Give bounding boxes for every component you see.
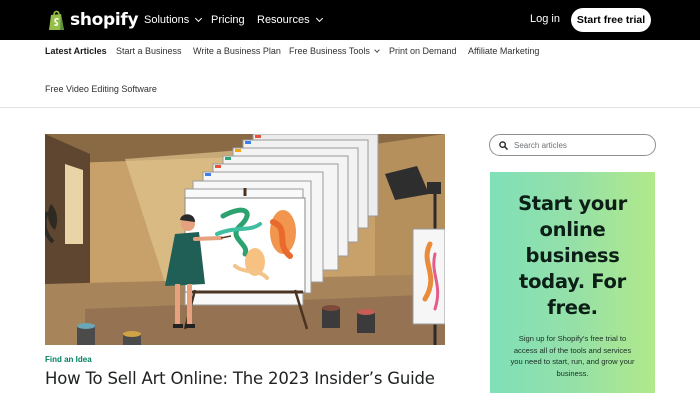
promo-body-line: access all of the tools and services xyxy=(513,345,632,355)
subnav-free-business-tools-label: Free Business Tools xyxy=(289,46,370,56)
search-box[interactable] xyxy=(489,134,656,156)
start-free-trial-button[interactable]: Start free trial xyxy=(571,8,651,32)
promo-title-line: Start your xyxy=(518,192,627,215)
brand-name: shopify xyxy=(70,10,139,30)
promo-body: Sign up for Shopify’s free trial to acce… xyxy=(502,333,643,380)
chevron-down-icon xyxy=(374,47,380,53)
promo-title: Start your online business today. For fr… xyxy=(490,191,655,321)
shopify-logo[interactable]: shopify xyxy=(48,9,139,31)
nav-pricing-label: Pricing xyxy=(211,14,245,26)
search-input[interactable] xyxy=(514,140,644,150)
nav-solutions-label: Solutions xyxy=(144,14,190,26)
promo-title-line: business xyxy=(525,244,620,267)
subnav-free-video-editing-software[interactable]: Free Video Editing Software xyxy=(45,84,157,94)
artist-painting-illustration xyxy=(45,134,445,345)
search-icon xyxy=(499,140,508,150)
subnav-print-on-demand[interactable]: Print on Demand xyxy=(389,46,457,56)
top-header: shopify Solutions Pricing Resources Log … xyxy=(0,0,700,40)
promo-body-line: Sign up for Shopify’s free trial to xyxy=(518,334,627,343)
nav-solutions[interactable]: Solutions xyxy=(144,0,203,40)
subnav-write-a-business-plan[interactable]: Write a Business Plan xyxy=(193,46,281,56)
subnav-free-business-tools[interactable]: Free Business Tools xyxy=(289,46,380,56)
promo-title-line: today. For xyxy=(519,270,626,293)
login-link[interactable]: Log in xyxy=(530,13,560,25)
promo-title-line: online xyxy=(539,218,606,241)
article-category[interactable]: Find an Idea xyxy=(45,355,92,364)
article-title[interactable]: How To Sell Art Online: The 2023 Insider… xyxy=(45,369,435,388)
nav-resources-label: Resources xyxy=(257,14,310,26)
subnav-latest-articles[interactable]: Latest Articles xyxy=(45,46,107,56)
article-hero-image[interactable] xyxy=(45,134,445,345)
promo-body-line: business. xyxy=(556,369,589,379)
nav-pricing[interactable]: Pricing xyxy=(211,0,245,40)
subnav-affiliate-marketing[interactable]: Affiliate Marketing xyxy=(468,46,539,56)
nav-resources[interactable]: Resources xyxy=(257,0,323,40)
chevron-down-icon xyxy=(315,14,323,23)
sub-navigation: Latest Articles Start a Business Write a… xyxy=(0,40,700,108)
shopify-bag-icon xyxy=(49,10,64,30)
chevron-down-icon xyxy=(195,14,203,23)
free-trial-promo[interactable]: Start your online business today. For fr… xyxy=(490,172,655,393)
promo-body-line: you need to start, run, and grow your xyxy=(510,357,635,367)
promo-title-line: free. xyxy=(547,296,598,319)
subnav-start-a-business[interactable]: Start a Business xyxy=(116,46,182,56)
